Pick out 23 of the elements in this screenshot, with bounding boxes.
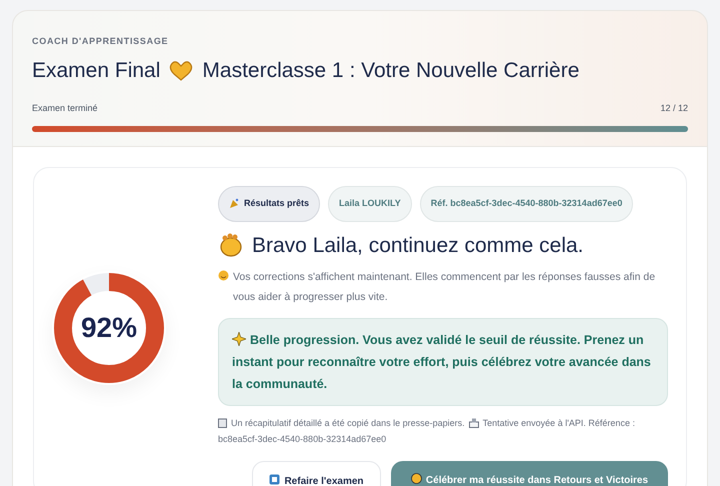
smiley-icon — [218, 270, 229, 281]
intro-text: Vos corrections s'affichent maintenant. Elles commencent par les réponses fausses afin de vous aider à progresser plus vite. — [233, 270, 656, 305]
eyebrow-label: COACH D'APPRENTISSAGE — [32, 35, 170, 48]
info-chip: Réf. bc8ea5cf-3dec-4540-880b-32314ad67ee0 — [420, 186, 634, 222]
reference-id: bc8ea5cf-3dec-4540-880b-32314ad67ee0 — [218, 433, 388, 446]
api-note: Tentative envoyée à l'API. Référence : — [482, 417, 635, 430]
info-chip: Résultats prêts — [218, 186, 320, 222]
clipboard-note: Un récapitulatif détaillé a été copié dans le presse-papiers. — [231, 417, 465, 430]
outbox-icon — [468, 418, 479, 428]
celebrate-button[interactable]: Célébrer ma réussite dans Retours et Victoires — [391, 461, 668, 486]
progress-count: 12 / 12 — [660, 102, 688, 115]
success-message: Belle progression. Vous avez validé le seuil de réussite. Prenez un instant pour reconnaître votre effort, puis célébrez votre avancée dans la communauté. — [218, 318, 668, 406]
retry-icon — [269, 474, 280, 485]
info-chip: Laila LOUKILY — [328, 186, 412, 222]
score-value: 92% — [80, 311, 138, 345]
progress-label: Examen terminé — [32, 102, 98, 115]
course-title: Masterclasse 1 : Votre Nouvelle Carrière — [202, 58, 580, 84]
exam-title: Examen Final — [32, 58, 160, 84]
clipboard-icon — [218, 418, 227, 428]
sparkle-icon — [232, 332, 246, 346]
greeting-heading: Bravo Laila, continuez comme cela. — [252, 232, 584, 258]
retake-button[interactable]: Refaire l'examen — [252, 461, 381, 486]
party-popper-icon — [229, 198, 240, 209]
